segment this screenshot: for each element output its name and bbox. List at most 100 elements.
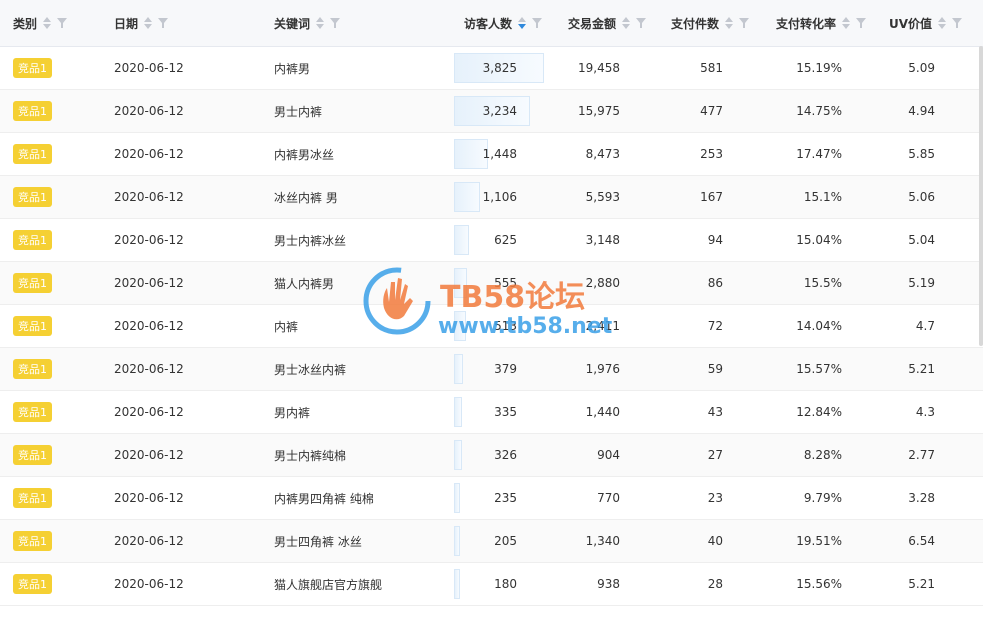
table-body: 竞品1 2020-06-12 内裤男 3,825 19,458 581 15.19% 5.09… <box>0 46 983 606</box>
table-row[interactable]: 竞品1 2020-06-12 内裤男四角裤 纯棉 235 770 23 9.79% 3.28 <box>0 476 983 520</box>
header-visitors-label: 访客人数 <box>464 16 513 31</box>
uv-cell: 5.19 <box>908 276 935 290</box>
keyword-cell: 猫人内裤男 <box>274 276 335 291</box>
uv-cell: 3.28 <box>908 491 935 505</box>
visitors-cell: 555 <box>494 276 517 290</box>
date-cell: 2020-06-12 <box>114 577 184 591</box>
keyword-cell: 男士内裤冰丝 <box>274 233 347 248</box>
conversion-cell: 14.04% <box>796 319 842 333</box>
table-row[interactable]: 竞品1 2020-06-12 男士四角裤 冰丝 205 1,340 40 19.51% 6.5… <box>0 519 983 563</box>
table-row[interactable]: 竞品1 2020-06-12 男士内裤纯棉 326 904 27 8.28% 2.77 <box>0 433 983 477</box>
filter-icon[interactable] <box>952 18 963 28</box>
filter-icon[interactable] <box>739 18 750 28</box>
table-row[interactable]: 竞品1 2020-06-12 内裤 513 2,411 72 14.04% 4.7 <box>0 304 983 348</box>
sort-icon[interactable] <box>43 17 52 29</box>
table-row[interactable]: 竞品1 2020-06-12 男士内裤冰丝 625 3,148 94 15.04% 5.04 <box>0 218 983 262</box>
filter-icon[interactable] <box>532 18 543 28</box>
filter-icon[interactable] <box>856 18 867 28</box>
keyword-cell: 男内裤 <box>274 405 311 420</box>
table-row[interactable]: 竞品1 2020-06-12 冰丝内裤 男 1,106 5,593 167 15.1% 5.0… <box>0 175 983 219</box>
amount-cell: 1,976 <box>585 362 620 376</box>
header-uv-label: UV价值 <box>889 16 933 31</box>
orders-cell: 581 <box>700 61 723 75</box>
sort-icon[interactable] <box>622 17 631 29</box>
header-keyword[interactable]: 关键词 <box>261 0 452 47</box>
uv-cell: 4.7 <box>915 319 935 333</box>
header-date-label: 日期 <box>114 16 139 31</box>
visitors-cell: 235 <box>494 491 517 505</box>
orders-cell: 27 <box>707 448 723 462</box>
orders-cell: 167 <box>700 190 723 204</box>
header-visitors[interactable]: 访客人数 <box>452 0 555 47</box>
amount-cell: 5,593 <box>585 190 620 204</box>
uv-cell: 6.54 <box>908 534 935 548</box>
table-row[interactable]: 竞品1 2020-06-12 猫人旗舰店官方旗舰 180 938 28 15.56% 5.21 <box>0 562 983 606</box>
conversion-cell: 8.28% <box>803 448 842 462</box>
keyword-cell: 男士冰丝内裤 <box>274 362 347 377</box>
sort-icon[interactable] <box>316 17 325 29</box>
table-row[interactable]: 竞品1 2020-06-12 内裤男 3,825 19,458 581 15.19% 5.09 <box>0 46 983 90</box>
table-row[interactable]: 竞品1 2020-06-12 男士内裤 3,234 15,975 477 14.75% 4.9… <box>0 89 983 133</box>
uv-cell: 5.85 <box>908 147 935 161</box>
header-keyword-label: 关键词 <box>274 16 311 31</box>
keyword-cell: 男士四角裤 冰丝 <box>274 534 362 549</box>
category-tag: 竞品1 <box>13 531 52 551</box>
date-cell: 2020-06-12 <box>114 147 184 161</box>
sort-icon[interactable] <box>725 17 734 29</box>
table-row[interactable]: 竞品1 2020-06-12 男内裤 335 1,440 43 12.84% 4.3 <box>0 390 983 434</box>
vertical-scrollbar[interactable] <box>979 46 983 346</box>
header-orders-label: 支付件数 <box>671 16 720 31</box>
header-category[interactable]: 类别 <box>0 0 101 47</box>
category-tag: 竞品1 <box>13 58 52 78</box>
table-row[interactable]: 竞品1 2020-06-12 男士冰丝内裤 379 1,976 59 15.57% 5.21 <box>0 347 983 391</box>
table-row[interactable]: 竞品1 2020-06-12 内裤男冰丝 1,448 8,473 253 17.47% 5.8… <box>0 132 983 176</box>
amount-cell: 938 <box>597 577 620 591</box>
header-uv[interactable]: UV价值 <box>881 0 983 47</box>
date-cell: 2020-06-12 <box>114 276 184 290</box>
uv-cell: 4.94 <box>908 104 935 118</box>
category-tag: 竞品1 <box>13 230 52 250</box>
keyword-cell: 内裤 <box>274 319 299 334</box>
visitors-cell: 625 <box>494 233 517 247</box>
date-cell: 2020-06-12 <box>114 104 184 118</box>
header-amount-label: 交易金额 <box>568 16 617 31</box>
orders-cell: 253 <box>700 147 723 161</box>
uv-cell: 5.21 <box>908 362 935 376</box>
date-cell: 2020-06-12 <box>114 405 184 419</box>
header-conversion-label: 支付转化率 <box>776 16 837 31</box>
header-amount[interactable]: 交易金额 <box>555 0 658 47</box>
date-cell: 2020-06-12 <box>114 534 184 548</box>
uv-cell: 4.3 <box>915 405 935 419</box>
conversion-cell: 15.04% <box>796 233 842 247</box>
filter-icon[interactable] <box>158 18 169 28</box>
sort-icon[interactable] <box>144 17 153 29</box>
header-category-label: 类别 <box>13 16 38 31</box>
orders-cell: 477 <box>700 104 723 118</box>
conversion-cell: 15.57% <box>796 362 842 376</box>
header-orders[interactable]: 支付件数 <box>658 0 761 47</box>
sort-icon[interactable] <box>938 17 947 29</box>
sort-icon[interactable] <box>842 17 851 29</box>
category-tag: 竞品1 <box>13 144 52 164</box>
uv-cell: 5.04 <box>908 233 935 247</box>
uv-cell: 5.09 <box>908 61 935 75</box>
category-tag: 竞品1 <box>13 574 52 594</box>
category-tag: 竞品1 <box>13 488 52 508</box>
filter-icon[interactable] <box>636 18 647 28</box>
category-tag: 竞品1 <box>13 101 52 121</box>
visitors-cell: 3,825 <box>482 61 517 75</box>
filter-icon[interactable] <box>57 18 68 28</box>
header-date[interactable]: 日期 <box>101 0 261 47</box>
amount-cell: 15,975 <box>578 104 620 118</box>
table-header-row: 类别 日期 关键词 访客人数 交易金额 支付件数 支付转化率 UV价值 <box>0 0 983 47</box>
table-row[interactable]: 竞品1 2020-06-12 猫人内裤男 555 2,880 86 15.5% 5.19 <box>0 261 983 305</box>
header-conversion[interactable]: 支付转化率 <box>761 0 881 47</box>
conversion-cell: 14.75% <box>796 104 842 118</box>
filter-icon[interactable] <box>330 18 341 28</box>
sort-icon-active[interactable] <box>518 17 527 29</box>
category-tag: 竞品1 <box>13 187 52 207</box>
visitors-cell: 1,106 <box>482 190 517 204</box>
orders-cell: 43 <box>707 405 723 419</box>
conversion-cell: 15.5% <box>803 276 842 290</box>
orders-cell: 28 <box>707 577 723 591</box>
